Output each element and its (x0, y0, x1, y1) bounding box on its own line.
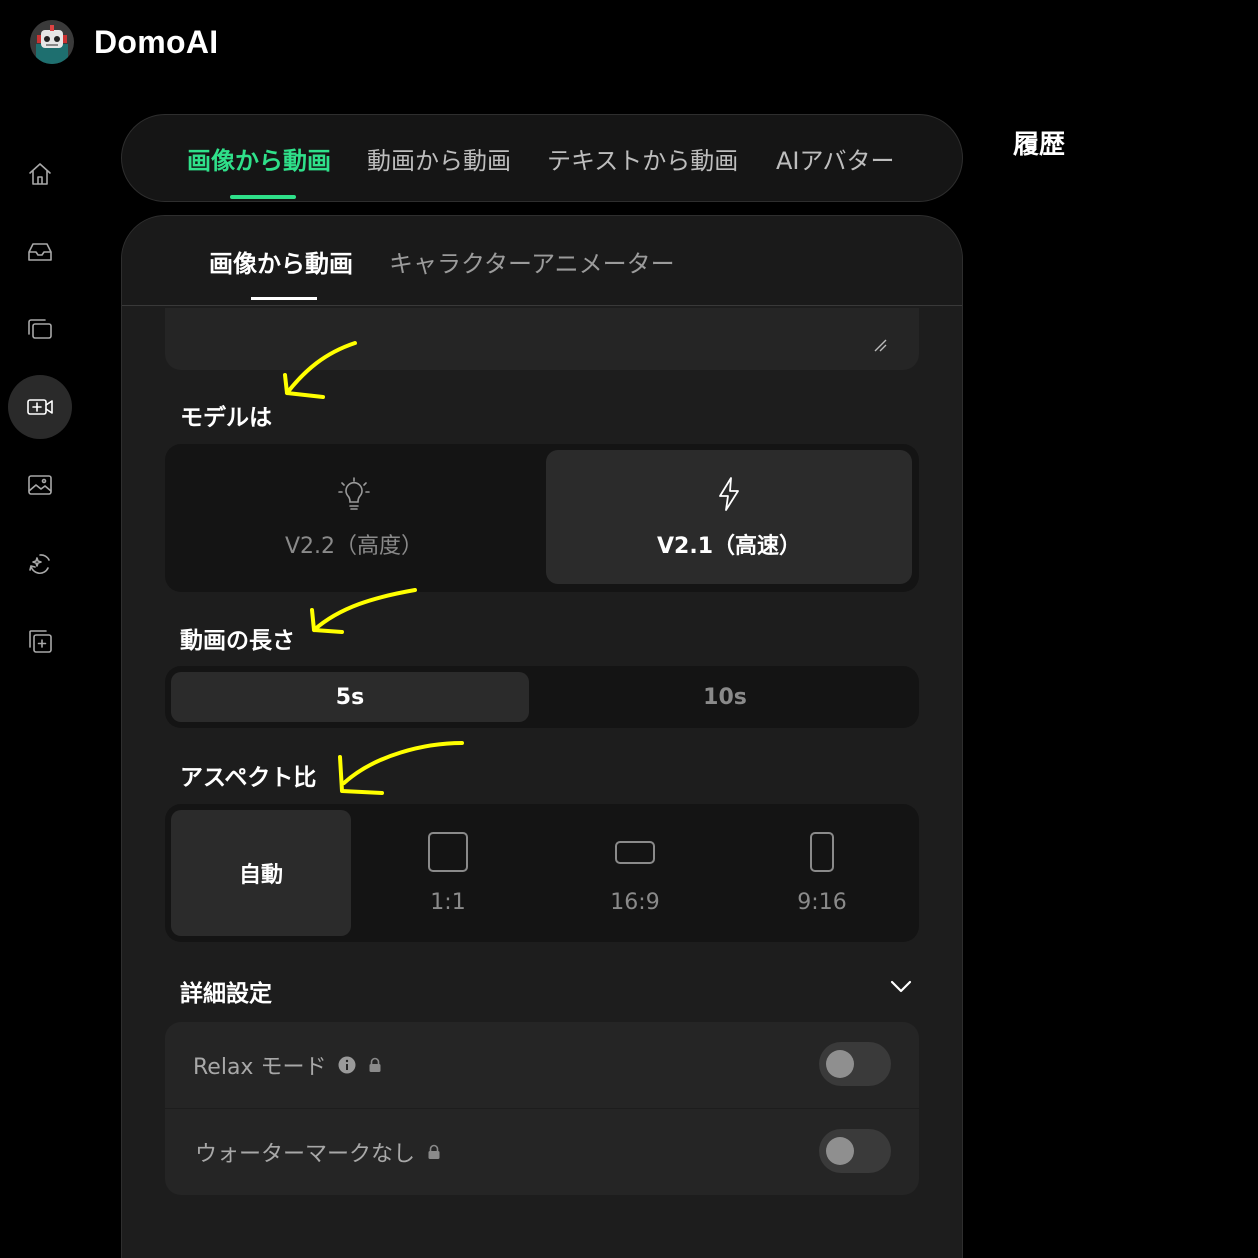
video-add-icon (27, 399, 53, 415)
advanced-settings-label[interactable]: 詳細設定 (180, 974, 272, 1008)
sidebar-item-collection[interactable] (8, 609, 72, 673)
history-heading[interactable]: 履歴 (1013, 124, 1065, 161)
sidebar-item-inbox[interactable] (8, 220, 72, 284)
chevron-down-icon[interactable] (890, 980, 912, 994)
settings-panel: 画像から動画 キャラクターアニメーター モデルは V2.2（高度） V2.1（高… (121, 215, 963, 1258)
model-selector: V2.2（高度） V2.1（高速） (165, 444, 919, 592)
subtab-character-animator[interactable]: キャラクターアニメーター (389, 244, 675, 279)
model-option-v21-label: V2.1（高速） (657, 534, 801, 559)
aspect-option-16-9-label: 16:9 (610, 889, 660, 915)
length-label: 動画の長さ (180, 628, 295, 654)
tab-video-to-video[interactable]: 動画から動画 (367, 141, 511, 176)
aspect-option-16-9[interactable]: 16:9 (545, 810, 725, 936)
relax-mode-label: Relax モード (193, 1055, 327, 1080)
gallery-icon (28, 319, 52, 339)
sidebar-item-home[interactable] (8, 142, 72, 206)
subtab-image-to-video[interactable]: 画像から動画 (209, 244, 353, 279)
aspect-label: アスペクト比 (180, 765, 317, 791)
app-logo[interactable]: DomoAI (30, 20, 218, 64)
landscape-ratio-icon (615, 840, 655, 864)
length-option-10s[interactable]: 10s (546, 672, 904, 722)
lock-icon (369, 1057, 381, 1072)
model-option-v22-label: V2.2（高度） (284, 534, 424, 559)
aspect-selector: 自動 1:1 16:9 9:16 (165, 804, 919, 942)
lightning-icon (719, 477, 739, 511)
active-tab-indicator (230, 195, 296, 199)
model-option-v22[interactable]: V2.2（高度） (171, 450, 537, 584)
aspect-option-9-16-label: 9:16 (797, 889, 847, 915)
toggle-knob (826, 1137, 854, 1165)
relax-mode-row: Relax モード (165, 1022, 919, 1108)
relax-mode-toggle[interactable] (819, 1042, 891, 1086)
model-option-v21[interactable]: V2.1（高速） (546, 450, 912, 584)
sidebar-item-restyle[interactable] (8, 531, 72, 595)
no-watermark-toggle[interactable] (819, 1129, 891, 1173)
mode-tabs: 画像から動画 動画から動画 テキストから動画 AIアバター (121, 114, 963, 202)
portrait-ratio-icon (810, 831, 834, 872)
sparkle-loop-icon (29, 554, 50, 574)
aspect-option-auto-label: 自動 (238, 863, 283, 888)
sidebar-item-image[interactable] (8, 453, 72, 517)
aspect-option-1-1-label: 1:1 (430, 889, 466, 915)
length-selector: 5s 10s (165, 666, 919, 728)
lock-icon (428, 1144, 440, 1159)
sub-tabs: 画像から動画 キャラクターアニメーター (122, 216, 962, 306)
length-option-5s[interactable]: 5s (171, 672, 529, 722)
info-icon[interactable] (338, 1056, 356, 1074)
sidebar-item-gallery[interactable] (8, 297, 72, 361)
tab-image-to-video[interactable]: 画像から動画 (187, 141, 331, 176)
prompt-textarea[interactable] (165, 308, 919, 370)
lightbulb-icon (338, 477, 370, 510)
robot-logo-icon (30, 20, 74, 64)
tab-ai-avatar[interactable]: AIアバター (776, 141, 895, 176)
square-ratio-icon (428, 831, 468, 872)
model-label: モデルは (180, 405, 272, 431)
resize-handle-icon[interactable] (873, 338, 887, 352)
active-subtab-indicator (251, 297, 317, 300)
aspect-option-1-1[interactable]: 1:1 (358, 810, 538, 936)
no-watermark-label: ウォーターマークなし (195, 1142, 416, 1167)
image-icon (28, 475, 52, 495)
tab-text-to-video[interactable]: テキストから動画 (547, 141, 738, 176)
collection-icon (29, 630, 52, 653)
inbox-icon (28, 243, 52, 261)
toggle-knob (826, 1050, 854, 1078)
sidebar-item-video[interactable] (8, 375, 72, 439)
aspect-option-auto[interactable]: 自動 (171, 810, 351, 936)
aspect-option-9-16[interactable]: 9:16 (732, 810, 912, 936)
app-name: DomoAI (94, 23, 219, 60)
home-icon (29, 163, 51, 185)
no-watermark-row: ウォーターマークなし (165, 1109, 919, 1195)
